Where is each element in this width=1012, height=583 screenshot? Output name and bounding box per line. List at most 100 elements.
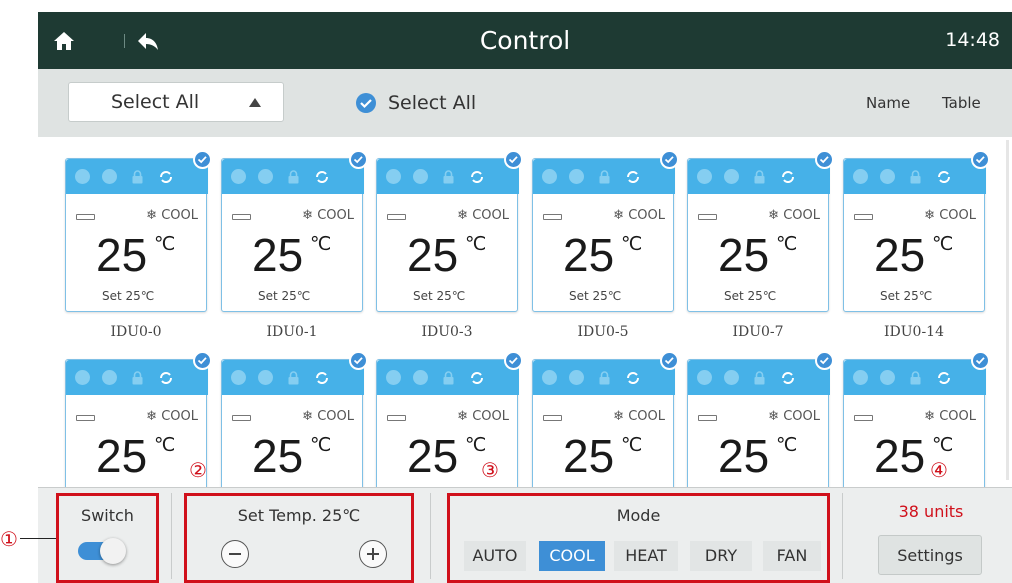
set-temp-label: Set Temp. 25℃: [237, 506, 361, 525]
selected-check-icon[interactable]: [660, 150, 679, 169]
divider: [842, 493, 843, 579]
timer-icon: [724, 370, 739, 385]
alarm-icon: [542, 370, 557, 385]
select-all-dropdown[interactable]: Select All: [68, 82, 284, 122]
selected-check-icon[interactable]: [349, 150, 368, 169]
mode-dry-button[interactable]: DRY: [690, 541, 752, 571]
increase-temp-button[interactable]: [359, 540, 387, 568]
title-bar: Control 14:48: [38, 12, 1012, 69]
sync-icon: [160, 372, 172, 384]
unit-mode: ❄ COOL: [457, 208, 509, 223]
page-title: Control: [479, 26, 571, 55]
sync-icon: [782, 171, 794, 183]
unit-card-header: [222, 360, 364, 395]
mode-heat-button[interactable]: HEAT: [614, 541, 678, 571]
sync-icon: [627, 171, 639, 183]
lock-icon: [288, 371, 299, 385]
indoor-unit-icon: [387, 214, 406, 220]
unit-name: IDU0-7: [732, 324, 784, 340]
unit-grid: ❄ COOL 25 ℃ Set 25℃ IDU0-0 ❄ COOL 25 ℃ S…: [38, 137, 1012, 487]
sync-icon: [782, 372, 794, 384]
indoor-unit-icon: [698, 214, 717, 220]
selected-check-icon[interactable]: [815, 351, 834, 370]
unit-set-temperature: Set 25℃: [102, 289, 155, 303]
selected-check-icon[interactable]: [971, 351, 990, 370]
unit-temperature-unit: ℃: [465, 233, 487, 255]
alarm-icon: [853, 169, 868, 184]
sync-icon: [471, 372, 483, 384]
mode-label: Mode: [616, 506, 661, 525]
unit-card-body: ❄ COOL 25 ℃ Set 25℃: [687, 158, 830, 312]
unit-card-header: [222, 159, 364, 194]
selected-check-icon[interactable]: [349, 351, 368, 370]
timer-icon: [569, 370, 584, 385]
switch-knob: [100, 538, 126, 564]
unit-temperature-unit: ℃: [154, 434, 176, 456]
callout-2: ②: [189, 458, 207, 482]
mode-cool-button[interactable]: COOL: [539, 541, 605, 571]
unit-mode-text: COOL: [317, 208, 354, 223]
selected-check-icon[interactable]: [815, 150, 834, 169]
snowflake-icon: ❄: [302, 208, 314, 223]
settings-button[interactable]: Settings: [878, 535, 982, 575]
callout-1: ①: [0, 527, 18, 551]
lock-icon: [288, 170, 299, 184]
view-name-option[interactable]: Name: [866, 69, 910, 137]
view-table-option[interactable]: Table: [942, 69, 981, 137]
unit-mode-text: COOL: [939, 208, 976, 223]
alarm-icon: [386, 370, 401, 385]
triangle-up-icon: [249, 98, 261, 107]
indoor-unit-icon: [232, 415, 251, 421]
unit-set-temperature: Set 25℃: [724, 289, 777, 303]
timer-icon: [413, 370, 428, 385]
unit-card-header: [377, 159, 519, 194]
grid-scrollbar[interactable]: [1006, 140, 1009, 480]
unit-mode: ❄ COOL: [457, 409, 509, 424]
alarm-icon: [231, 370, 246, 385]
unit-mode: ❄ COOL: [613, 409, 665, 424]
unit-card-body: ❄ COOL 25 ℃: [687, 359, 830, 487]
unit-mode-text: COOL: [628, 409, 665, 424]
timer-icon: [880, 370, 895, 385]
decrease-temp-button[interactable]: [221, 540, 249, 568]
sync-icon: [160, 171, 172, 183]
power-switch[interactable]: [78, 538, 126, 564]
snowflake-icon: ❄: [457, 208, 469, 223]
timer-icon: [880, 169, 895, 184]
filter-bar: Select All Select All Name Table: [38, 69, 1012, 137]
indoor-unit-icon: [854, 415, 873, 421]
mode-group: Mode AUTO COOL HEAT DRY FAN: [447, 493, 830, 583]
timer-icon: [258, 370, 273, 385]
unit-temperature-unit: ℃: [621, 434, 643, 456]
selected-check-icon[interactable]: [193, 150, 212, 169]
unit-card-header: [66, 159, 208, 194]
unit-temperature: 25: [563, 430, 615, 482]
unit-mode-text: COOL: [161, 409, 198, 424]
mode-fan-button[interactable]: FAN: [763, 541, 821, 571]
unit-temperature: 25: [874, 229, 926, 281]
snowflake-icon: ❄: [457, 409, 469, 424]
unit-card-body: ❄ COOL 25 ℃: [532, 359, 675, 487]
unit-mode: ❄ COOL: [302, 208, 354, 223]
unit-temperature: 25: [407, 229, 459, 281]
unit-temperature-unit: ℃: [776, 434, 798, 456]
switch-group: Switch: [56, 493, 159, 583]
selected-check-icon[interactable]: [504, 351, 523, 370]
unit-set-temperature: Set 25℃: [569, 289, 622, 303]
unit-mode-text: COOL: [783, 409, 820, 424]
unit-temperature: 25: [407, 430, 459, 482]
mode-auto-button[interactable]: AUTO: [464, 541, 526, 571]
selected-check-icon[interactable]: [971, 150, 990, 169]
sync-icon: [316, 372, 328, 384]
units-count: 38 units: [898, 502, 964, 521]
indoor-unit-icon: [698, 415, 717, 421]
selected-check-icon[interactable]: [660, 351, 679, 370]
selected-check-icon[interactable]: [504, 150, 523, 169]
select-all-label[interactable]: Select All: [388, 69, 476, 137]
unit-mode: ❄ COOL: [924, 409, 976, 424]
selected-check-icon[interactable]: [193, 351, 212, 370]
select-all-checkbox[interactable]: [356, 93, 376, 113]
lock-icon: [754, 371, 765, 385]
indoor-unit-icon: [543, 415, 562, 421]
unit-name: IDU0-5: [577, 324, 629, 340]
